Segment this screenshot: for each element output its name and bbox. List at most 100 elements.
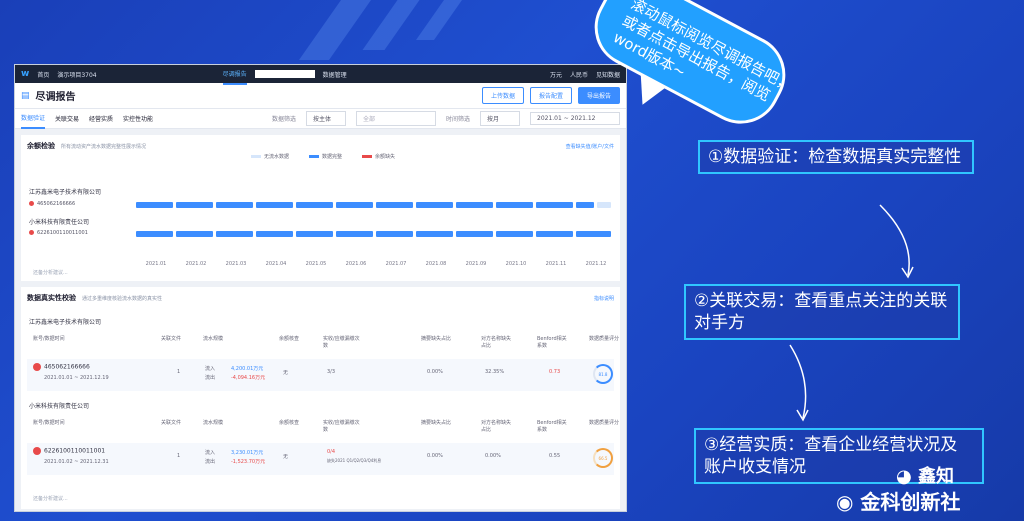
nav-tab-report[interactable]: 尽调报告: [222, 65, 247, 85]
report-icon: ▤: [21, 90, 30, 101]
user-menu[interactable]: 见知数据: [596, 70, 620, 79]
config-button[interactable]: 报告配置: [529, 87, 572, 104]
watermark-line1-text: 鑫知: [918, 466, 954, 487]
date-to: 2021.12: [570, 115, 596, 122]
weibo-icon: ◉: [836, 490, 854, 514]
authenticity-card: 数据真实性校验 通过多重维度核验流水数据的真实性 指标说明 江苏鑫米电子技术有限公司…: [21, 287, 620, 509]
redacted-block: [254, 70, 315, 78]
date-separator: ~: [563, 115, 569, 122]
col-scale: 流水规模: [203, 336, 224, 342]
legend-complete: 数据完整: [309, 153, 342, 160]
col-account: 账号/数据时间: [33, 420, 65, 426]
legend-no-data: 无流水数据: [251, 153, 289, 160]
month-tick: 2021.06: [345, 261, 367, 267]
time-filter-label: 时间筛选: [445, 116, 470, 123]
table-header: 账号/数据时间 关联文件 流水规模 余额核查 实收/应缴漏缴次数 摘要缺失占比 …: [27, 419, 619, 439]
col-counterparty-missing: 对方名称缺失占比: [481, 420, 512, 433]
bar: [496, 231, 533, 237]
filter-subject-select[interactable]: 按主体: [305, 111, 346, 126]
col-missing: 实收/应缴漏缴次数: [323, 420, 360, 433]
unit-select[interactable]: 万元: [550, 70, 562, 79]
bank-icon: [33, 447, 41, 455]
tab-operation[interactable]: 经营实质: [89, 114, 113, 123]
col-files: 关联文件: [161, 336, 182, 342]
timeline-bars-1: [136, 202, 611, 208]
bar: [296, 231, 333, 237]
account-number-text: 465062166666: [37, 201, 76, 207]
filter-label: 数据筛选: [271, 116, 296, 123]
month-tick: 2021.09: [465, 261, 487, 267]
row-ratio1: 0.00%: [427, 369, 443, 375]
tab-data-validation[interactable]: 数据验证: [21, 108, 46, 129]
row-ratio2: 0.00%: [485, 453, 501, 459]
month-tick: 2021.03: [225, 261, 247, 267]
bar: [336, 202, 373, 208]
bank-icon: [29, 201, 34, 206]
bar: [376, 231, 413, 237]
col-files: 关联文件: [161, 420, 182, 426]
nav-home[interactable]: 首页: [37, 70, 49, 79]
table-header: 账号/数据时间 关联文件 流水规模 余额核查 实收/应缴漏缴次数 摘要缺失占比 …: [27, 335, 619, 355]
col-balance: 余额核查: [279, 336, 300, 342]
filter-all-select[interactable]: 全部: [355, 111, 436, 126]
watermark-line2: ◉ 金科创新社: [836, 486, 960, 515]
row-files: 1: [177, 453, 181, 459]
bar: [176, 231, 213, 237]
col-account: 账号/数据时间: [33, 336, 65, 342]
col-counterparty-missing: 对方名称缺失占比: [481, 336, 512, 349]
row-balance: 无: [283, 370, 289, 376]
nav-tab-data[interactable]: 数据管理: [323, 70, 347, 79]
view-missing-link[interactable]: 查看缺失值/账户/文件: [566, 143, 614, 150]
table-row[interactable]: 465062166666 2021.01.01 ~ 2021.12.19 1 流…: [27, 359, 614, 391]
wechat-icon: ◕: [896, 466, 912, 487]
legend: 无流水数据 数据完整 余额缺失: [251, 153, 395, 160]
bar: [496, 202, 533, 208]
month-axis: 2021.01 2021.02 2021.03 2021.04 2021.05 2021.…: [136, 261, 616, 267]
page-header: ▤ 尽调报告 上传数据 报告配置 导出报告: [15, 83, 626, 109]
bar: [576, 202, 594, 208]
bar: [456, 231, 493, 237]
col-benford: Benford相关系数: [537, 336, 567, 349]
upload-button[interactable]: 上传数据: [481, 87, 524, 104]
analysis-note[interactable]: 还备分析建议...: [33, 269, 68, 276]
row-ratio1: 0.00%: [427, 453, 443, 459]
bar: [336, 231, 373, 237]
metric-help-link[interactable]: 指标说明: [594, 295, 614, 302]
tab-related-trade[interactable]: 关联交易: [55, 114, 79, 123]
company-name: 江苏鑫米电子技术有限公司: [29, 319, 102, 326]
month-tick: 2021.05: [305, 261, 327, 267]
company-name: 江苏鑫米电子技术有限公司: [29, 189, 102, 196]
row-outflow: -4,094.16万元: [231, 375, 266, 381]
score-ring: 81.8: [593, 364, 613, 384]
balance-check-subtitle: 所有流动资产流水数据完整性展示情况: [61, 143, 147, 150]
arrow-1-head: [901, 266, 914, 279]
watermark-line2-text: 金科创新社: [860, 490, 961, 514]
arrow-2-head: [796, 409, 809, 422]
row-benford: 0.55: [549, 453, 561, 459]
bar: [216, 231, 253, 237]
month-tick: 2021.02: [185, 261, 207, 267]
row-missing: 0/4: [327, 449, 336, 455]
section-tabs: 数据验证 关联交易 经营实质 实控性功能 数据筛选 按主体 全部 时间筛选 按月…: [15, 109, 626, 129]
date-range-picker[interactable]: 2021.01 ~ 2021.12: [530, 112, 620, 125]
bank-icon: [33, 363, 41, 371]
row-missing: 3/3: [327, 369, 336, 375]
company-name: 小米科技有限责任公司: [29, 403, 90, 410]
balance-check-card: 余额检验 所有流动资产流水数据完整性展示情况 查看缺失值/账户/文件 无流水数据 数…: [21, 135, 620, 281]
analysis-note[interactable]: 还备分析建议...: [33, 495, 68, 502]
row-missing-note: 缺失2021 Q1/Q2/Q3/Q4利息: [327, 458, 382, 463]
row-out-label: 流出: [205, 459, 216, 465]
time-unit-select[interactable]: 按月: [480, 111, 520, 126]
account-number: 6226100110011001: [29, 230, 88, 236]
export-button[interactable]: 导出报告: [577, 87, 620, 104]
month-tick: 2021.04: [265, 261, 287, 267]
arrow-1: [879, 204, 910, 276]
currency-select[interactable]: 人民币: [570, 70, 588, 79]
row-period: 2021.01.02 ~ 2021.12.31: [44, 459, 109, 465]
score-ring: 66.5: [593, 448, 613, 468]
nav-project[interactable]: 演示项目3704: [57, 70, 96, 79]
tab-control[interactable]: 实控性功能: [123, 114, 153, 123]
col-summary-missing: 摘要缺失占比: [421, 420, 452, 426]
table-row[interactable]: 6226100110011001 2021.01.02 ~ 2021.12.31…: [27, 443, 614, 475]
bar: [296, 202, 333, 208]
